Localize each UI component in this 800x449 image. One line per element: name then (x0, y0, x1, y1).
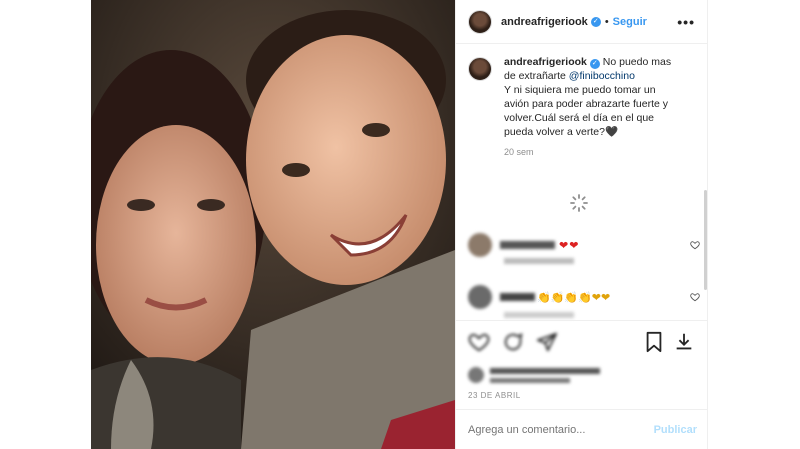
follow-button[interactable]: Seguir (613, 16, 647, 28)
loading-spinner-icon (570, 194, 588, 212)
caption-timestamp[interactable]: 20 sem (504, 147, 697, 157)
commenter-username-blurred[interactable] (500, 293, 535, 301)
download-icon[interactable] (673, 331, 697, 355)
add-comment-bar: Publicar (456, 409, 709, 449)
comment-meta-blurred (504, 312, 574, 318)
likes-text-blurred (484, 367, 600, 383)
post-photo (91, 0, 455, 449)
share-icon[interactable] (536, 331, 560, 355)
more-options-icon[interactable]: ••• (677, 14, 695, 30)
post-header: andreafrigeriook ✓ • Seguir ••• (456, 0, 707, 44)
heart-icon[interactable] (468, 331, 492, 355)
caption-username[interactable]: andreafrigeriook (504, 56, 587, 68)
caption-avatar[interactable] (468, 57, 492, 81)
bookmark-icon[interactable] (643, 331, 667, 355)
action-bar: 23 DE ABRIL (456, 320, 709, 400)
comment-item: 👏👏👏👏❤❤ (468, 285, 700, 309)
post-side-panel: andreafrigeriook ✓ • Seguir ••• andreafr… (455, 0, 709, 449)
caption-text: andreafrigeriook ✓ No puedo mas de extrañ… (504, 55, 679, 139)
screenshot-frame: andreafrigeriook ✓ • Seguir ••• andreafr… (0, 0, 800, 449)
comment-item: ❤❤ (468, 233, 700, 257)
verified-badge-icon: ✓ (590, 16, 601, 27)
likes-avatar (468, 367, 484, 383)
comment-like-heart-icon[interactable] (690, 240, 700, 250)
publish-button[interactable]: Publicar (654, 424, 697, 436)
likes-summary-blurred[interactable] (468, 367, 697, 383)
comments-list: andreafrigeriook ✓ No puedo mas de extrañ… (456, 55, 709, 320)
caption: andreafrigeriook ✓ No puedo mas de extrañ… (468, 55, 697, 139)
scrollbar[interactable] (704, 190, 707, 290)
verified-badge-icon: ✓ (589, 59, 600, 69)
caption-text-part2: Y ni siquiera me puedo tomar un avión pa… (504, 84, 669, 138)
caption-mention-link[interactable]: @finibocchino (569, 70, 635, 82)
commenter-avatar[interactable] (468, 285, 492, 309)
selfie-image (91, 0, 455, 449)
author-username[interactable]: andreafrigeriook (501, 16, 588, 28)
post-date[interactable]: 23 DE ABRIL (468, 391, 697, 400)
page-margin-right (708, 0, 800, 449)
comment-meta-blurred (504, 258, 574, 264)
comment-icon[interactable] (502, 331, 526, 355)
comment-emoji: 👏👏👏👏❤❤ (537, 291, 611, 304)
commenter-username-blurred[interactable] (500, 241, 555, 249)
action-icons (468, 331, 697, 355)
author-avatar[interactable] (468, 9, 492, 34)
separator-dot: • (604, 15, 609, 28)
commenter-avatar[interactable] (468, 233, 492, 257)
comment-like-heart-icon[interactable] (690, 292, 700, 302)
comment-input[interactable] (468, 423, 654, 436)
comment-emoji: ❤❤ (559, 239, 580, 252)
